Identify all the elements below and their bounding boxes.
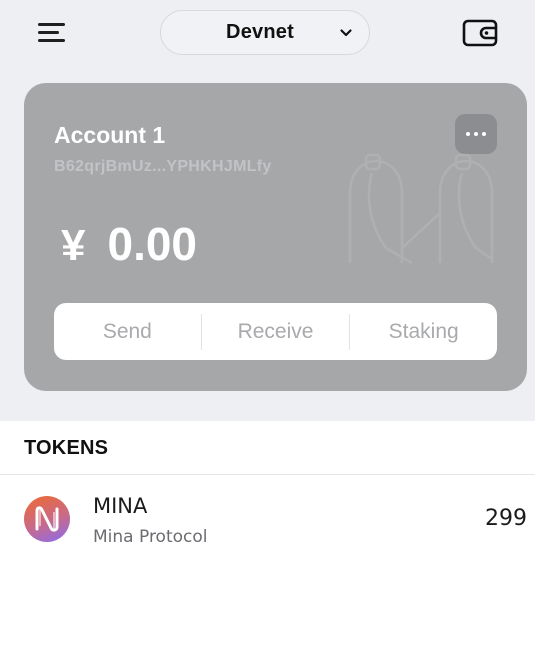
account-card: Account 1 B62qrjBmUz...YPHKHJMLfy ¥ 0.00… [24, 83, 527, 391]
account-address[interactable]: B62qrjBmUz...YPHKHJMLfy [54, 158, 272, 176]
mina-logo-icon [24, 496, 70, 542]
token-symbol: MINA [93, 494, 148, 518]
currency-symbol: ¥ [61, 221, 86, 270]
account-name: Account 1 [54, 122, 166, 148]
receive-button[interactable]: Receive [202, 320, 349, 344]
wallet-top-area: Devnet Account 1 B62qrjBmUz...YPHKHJMLfy [0, 0, 535, 421]
send-button[interactable]: Send [54, 320, 201, 344]
staking-button[interactable]: Staking [350, 320, 497, 344]
token-name: Mina Protocol [93, 527, 208, 547]
network-selector[interactable]: Devnet [160, 10, 370, 55]
balance-value: 0.00 [107, 218, 198, 270]
wallet-icon[interactable] [462, 18, 498, 48]
token-amount: 299 [485, 506, 527, 531]
divider [0, 474, 535, 475]
mina-watermark-icon [348, 153, 494, 265]
account-balance: ¥ 0.00 [61, 217, 197, 271]
token-row[interactable]: MINA Mina Protocol 299 [0, 476, 535, 560]
hamburger-menu-icon[interactable] [36, 20, 68, 46]
app-header: Devnet [0, 0, 535, 66]
tokens-section-title: TOKENS [24, 437, 109, 459]
more-horizontal-icon[interactable] [455, 114, 497, 154]
account-actions: Send Receive Staking [54, 303, 497, 360]
chevron-down-icon [340, 29, 352, 37]
network-label: Devnet [226, 21, 294, 43]
